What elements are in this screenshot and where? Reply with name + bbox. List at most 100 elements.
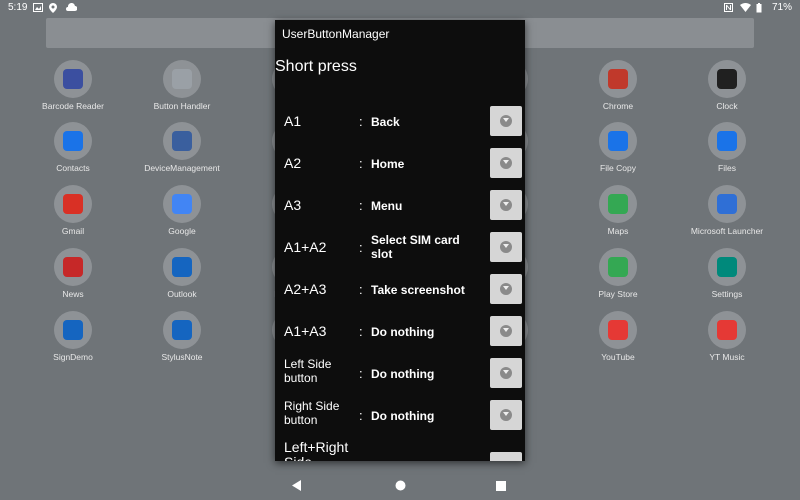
button-mapping-row: A1+A3: Do nothing [275, 312, 525, 352]
app-icon-badge [163, 60, 201, 98]
app-icon-devicemanagement[interactable]: DeviceManagement [127, 122, 237, 173]
app-icon-clock[interactable]: Clock [672, 60, 782, 111]
app-icon-badge [54, 60, 92, 98]
chevron-down-icon [500, 325, 512, 337]
action-dropdown-button[interactable] [490, 358, 522, 388]
app-icon-google[interactable]: Google [127, 185, 237, 236]
app-icon-signdemo[interactable]: SignDemo [18, 311, 128, 362]
app-icon-badge [163, 185, 201, 223]
app-icon-contacts[interactable]: Contacts [18, 122, 128, 173]
chevron-down-icon [500, 199, 512, 211]
app-icon-stylusnote[interactable]: StylusNote [127, 311, 237, 362]
action-dropdown-button[interactable] [490, 148, 522, 178]
app-icon-files[interactable]: Files [672, 122, 782, 173]
action-value: Back [371, 115, 400, 129]
app-glyph-icon [608, 131, 628, 151]
separator-colon: : [359, 156, 363, 171]
action-value: Do nothing [371, 367, 435, 381]
app-icon-gmail[interactable]: Gmail [18, 185, 128, 236]
app-label: YouTube [601, 352, 635, 362]
app-glyph-icon [63, 257, 83, 277]
action-value: Do nothing [371, 325, 435, 339]
app-glyph-icon [63, 131, 83, 151]
app-icon-outlook[interactable]: Outlook [127, 248, 237, 299]
app-glyph-icon [608, 69, 628, 89]
app-icon-badge [708, 60, 746, 98]
button-key-label: Right Side button [284, 399, 340, 427]
app-label: SignDemo [53, 352, 93, 362]
status-bar: 5:19 71% [0, 0, 800, 16]
app-icon-button-handler[interactable]: Button Handler [127, 60, 237, 111]
action-dropdown-button[interactable] [490, 452, 522, 461]
app-icon-badge [708, 311, 746, 349]
dialog-title: UserButtonManager [282, 27, 390, 41]
action-value: Take screenshot [371, 283, 465, 297]
app-icon-play-store[interactable]: Play Store [563, 248, 673, 299]
app-glyph-icon [63, 69, 83, 89]
action-dropdown-button[interactable] [490, 274, 522, 304]
user-button-manager-dialog: UserButtonManager Short press A1: Back A2:… [275, 20, 525, 461]
button-key-label: Left Side button [284, 357, 332, 385]
back-icon[interactable] [292, 478, 302, 496]
app-label: Files [718, 163, 736, 173]
cloud-icon [65, 2, 78, 12]
app-icon-chrome[interactable]: Chrome [563, 60, 673, 111]
app-label: Chrome [602, 101, 634, 111]
app-icon-maps[interactable]: Maps [563, 185, 673, 236]
app-glyph-icon [608, 194, 628, 214]
action-value: Menu [371, 199, 403, 213]
app-glyph-icon [172, 257, 192, 277]
nfc-icon [723, 3, 734, 12]
app-label: Barcode Reader [42, 101, 104, 111]
app-icon-microsoft-launcher[interactable]: Microsoft Launcher [672, 185, 782, 236]
action-value: Home [371, 157, 405, 171]
clock-text: 5:19 [8, 2, 28, 13]
button-mapping-row: A2: Home [275, 144, 525, 184]
action-dropdown-button[interactable] [490, 190, 522, 220]
app-icon-badge [599, 60, 637, 98]
app-label: StylusNote [161, 352, 203, 362]
app-icon-badge [599, 122, 637, 160]
app-glyph-icon [717, 131, 737, 151]
app-icon-barcode-reader[interactable]: Barcode Reader [18, 60, 128, 111]
app-icon-settings[interactable]: Settings [672, 248, 782, 299]
app-icon-badge [54, 122, 92, 160]
location-icon [49, 3, 59, 13]
app-label: DeviceManagement [144, 163, 220, 173]
chevron-down-icon [500, 409, 512, 421]
action-dropdown-button[interactable] [490, 400, 522, 430]
separator-colon: : [359, 282, 363, 297]
app-glyph-icon [717, 320, 737, 340]
app-icon-file-copy[interactable]: File Copy [563, 122, 673, 173]
app-label: Settings [711, 289, 743, 299]
app-label: File Copy [600, 163, 636, 173]
app-label: Button Handler [153, 101, 211, 111]
app-glyph-icon [172, 69, 192, 89]
app-icon-youtube[interactable]: YouTube [563, 311, 673, 362]
app-label: Google [168, 226, 196, 236]
app-glyph-icon [172, 320, 192, 340]
app-label: Outlook [167, 289, 197, 299]
action-dropdown-button[interactable] [490, 316, 522, 346]
app-label: Play Store [598, 289, 638, 299]
separator-colon: : [359, 460, 363, 461]
app-icon-badge [163, 122, 201, 160]
recents-icon[interactable] [496, 478, 506, 496]
app-icon-yt-music[interactable]: YT Music [672, 311, 782, 362]
app-icon-news[interactable]: News [18, 248, 128, 299]
app-icon-badge [599, 248, 637, 286]
action-dropdown-button[interactable] [490, 232, 522, 262]
app-glyph-icon [172, 131, 192, 151]
app-label: YT Music [709, 352, 745, 362]
home-icon[interactable] [395, 478, 406, 496]
app-icon-badge [708, 122, 746, 160]
app-icon-badge [708, 185, 746, 223]
app-glyph-icon [63, 320, 83, 340]
button-mapping-row: A1: Back [275, 102, 525, 142]
action-dropdown-button[interactable] [490, 106, 522, 136]
battery-icon [756, 3, 766, 13]
button-key-label: A2 [284, 155, 302, 171]
chevron-down-icon [500, 157, 512, 169]
section-heading: Short press [275, 58, 357, 75]
app-icon-badge [163, 311, 201, 349]
